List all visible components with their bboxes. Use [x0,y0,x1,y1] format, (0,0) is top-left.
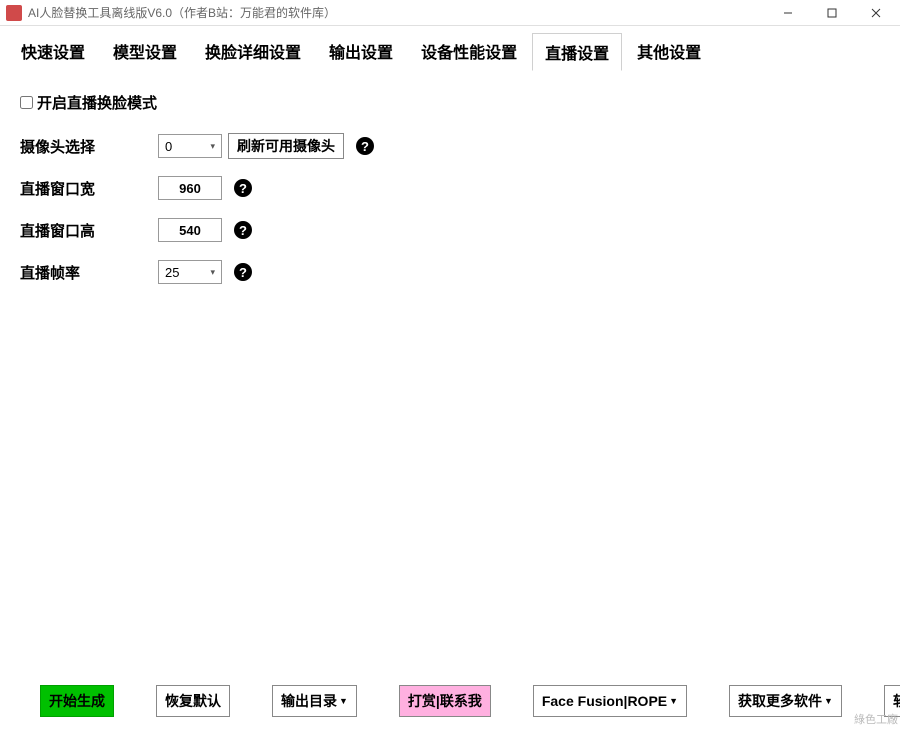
maximize-button[interactable] [810,1,854,25]
chevron-down-icon: ▼ [669,696,678,706]
enable-live-checkbox[interactable] [20,96,33,109]
watermark: 綠色工廠 [854,711,898,727]
fps-select[interactable]: 25 ▾ [158,260,222,284]
minimize-button[interactable] [766,1,810,25]
window-controls [766,1,898,25]
restore-defaults-button[interactable]: 恢复默认 [156,685,230,717]
width-input[interactable] [158,176,222,200]
fps-row: 直播帧率 25 ▾ ? [20,259,880,285]
camera-label: 摄像头选择 [20,136,158,157]
chevron-down-icon: ▾ [210,267,215,278]
help-icon[interactable]: ? [234,179,252,197]
camera-row: 摄像头选择 0 ▾ 刷新可用摄像头 ? [20,133,880,159]
tab-other-settings[interactable]: 其他设置 [624,32,714,70]
chevron-down-icon: ▼ [824,696,833,706]
output-dir-label: 输出目录 [281,691,337,711]
help-icon[interactable]: ? [234,263,252,281]
fps-label: 直播帧率 [20,262,158,283]
fps-value: 25 [165,265,179,280]
camera-value: 0 [165,139,172,154]
chevron-down-icon: ▾ [210,141,215,152]
tab-quick-settings[interactable]: 快速设置 [8,32,98,70]
start-button[interactable]: 开始生成 [40,685,114,717]
help-icon[interactable]: ? [234,221,252,239]
camera-select[interactable]: 0 ▾ [158,134,222,158]
tab-content: 开启直播换脸模式 摄像头选择 0 ▾ 刷新可用摄像头 ? 直播窗口宽 ? 直播窗… [0,71,900,319]
enable-live-row: 开启直播换脸模式 [20,89,880,115]
fusion-label: Face Fusion|ROPE [542,693,667,709]
titlebar: AI人脸替换工具离线版V6.0（作者B站：万能君的软件库） [0,0,900,26]
app-icon [6,5,22,21]
output-dir-button[interactable]: 输出目录▼ [272,685,357,717]
tab-model-settings[interactable]: 模型设置 [100,32,190,70]
donate-button[interactable]: 打赏|联系我 [399,685,491,717]
tab-output-settings[interactable]: 输出设置 [316,32,406,70]
fusion-rope-button[interactable]: Face Fusion|ROPE▼ [533,685,687,717]
close-icon [871,8,881,18]
footer-bar: 开始生成 恢复默认 输出目录▼ 打赏|联系我 Face Fusion|ROPE▼… [0,685,900,717]
height-label: 直播窗口高 [20,220,158,241]
enable-live-text: 开启直播换脸模式 [37,92,157,113]
maximize-icon [827,8,837,18]
enable-live-label[interactable]: 开启直播换脸模式 [20,92,157,113]
width-row: 直播窗口宽 ? [20,175,880,201]
chevron-down-icon: ▼ [339,696,348,706]
tab-device-perf[interactable]: 设备性能设置 [408,32,530,70]
more-software-label: 获取更多软件 [738,691,822,711]
refresh-camera-button[interactable]: 刷新可用摄像头 [228,133,344,159]
height-row: 直播窗口高 ? [20,217,880,243]
tab-bar: 快速设置 模型设置 换脸详细设置 输出设置 设备性能设置 直播设置 其他设置 [0,26,900,71]
help-icon[interactable]: ? [356,137,374,155]
tab-live-settings[interactable]: 直播设置 [532,33,622,71]
minimize-icon [783,8,793,18]
height-input[interactable] [158,218,222,242]
more-software-button[interactable]: 获取更多软件▼ [729,685,842,717]
window-title: AI人脸替换工具离线版V6.0（作者B站：万能君的软件库） [28,4,766,21]
tab-faceswap-detail[interactable]: 换脸详细设置 [192,32,314,70]
width-label: 直播窗口宽 [20,178,158,199]
close-button[interactable] [854,1,898,25]
